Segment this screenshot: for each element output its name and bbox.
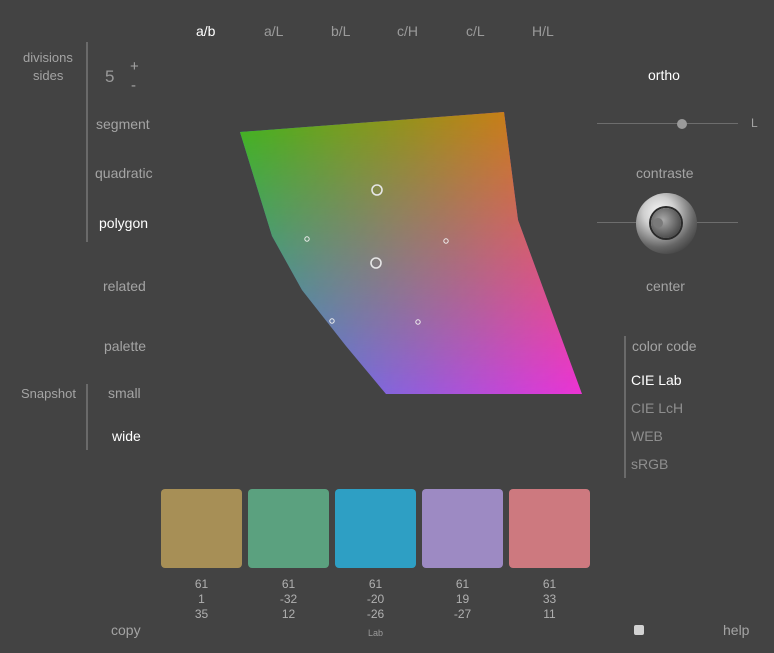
values-unit-label: Lab <box>367 628 384 638</box>
color-code-web[interactable]: WEB <box>631 428 663 444</box>
swatch-3[interactable] <box>335 489 416 568</box>
swatch-5[interactable] <box>509 489 590 568</box>
shape-polygon[interactable]: polygon <box>99 215 148 231</box>
divisions-label: divisions <box>23 50 73 65</box>
l-slider[interactable] <box>597 117 738 131</box>
value-l: 61 <box>194 577 209 591</box>
value-l: 61 <box>455 577 470 591</box>
snapshot-label: Snapshot <box>21 386 76 401</box>
value-a: -20 <box>366 592 385 606</box>
value-b: 35 <box>194 607 209 621</box>
stop-icon[interactable] <box>634 625 644 635</box>
color-code-label: color code <box>632 338 697 354</box>
tab-a-l[interactable]: a/L <box>264 23 283 39</box>
value-a: 33 <box>542 592 557 606</box>
ortho-toggle[interactable]: ortho <box>648 67 680 83</box>
value-a: 1 <box>198 592 205 606</box>
value-l: 61 <box>368 577 383 591</box>
slider-track <box>597 123 738 124</box>
swatch-4[interactable] <box>422 489 503 568</box>
tab-c-h[interactable]: c/H <box>397 23 418 39</box>
increment-button[interactable]: + <box>130 58 139 75</box>
tab-h-l[interactable]: H/L <box>532 23 554 39</box>
help-button[interactable]: help <box>723 622 749 638</box>
shape-segment[interactable]: segment <box>96 116 150 132</box>
value-a: 19 <box>455 592 470 606</box>
tab-a-b[interactable]: a/b <box>196 23 215 39</box>
color-code-srgb[interactable]: sRGB <box>631 456 668 472</box>
swatch-2[interactable] <box>248 489 329 568</box>
snapshot-small[interactable]: small <box>108 385 141 401</box>
value-b: -26 <box>366 607 385 621</box>
divider-left-lower <box>86 384 88 450</box>
value-a: -32 <box>279 592 298 606</box>
divider-right <box>624 336 626 478</box>
decrement-button[interactable]: - <box>131 77 136 94</box>
value-l: 61 <box>542 577 557 591</box>
tab-b-l[interactable]: b/L <box>331 23 350 39</box>
slider-thumb[interactable] <box>677 119 687 129</box>
slider-axis-label: L <box>751 116 758 130</box>
swatch-values-5: 61 33 11 <box>509 577 590 622</box>
tab-c-l[interactable]: c/L <box>466 23 485 39</box>
swatch-values-2: 61 -32 12 <box>248 577 329 622</box>
divider-left-upper <box>86 42 88 242</box>
contrast-dot <box>653 218 663 228</box>
value-l: 61 <box>281 577 296 591</box>
value-b: 12 <box>281 607 296 621</box>
center-button[interactable]: center <box>646 278 685 294</box>
sides-label: sides <box>33 68 64 83</box>
value-b: -27 <box>453 607 472 621</box>
swatch-values-3: 61 -20 -26 <box>335 577 416 622</box>
contraste-label: contraste <box>636 165 694 181</box>
color-code-cie-lch[interactable]: CIE LcH <box>631 400 683 416</box>
value-b: 11 <box>543 607 556 621</box>
color-plane[interactable] <box>236 108 586 400</box>
color-code-cie-lab[interactable]: CIE Lab <box>631 372 682 388</box>
copy-button[interactable]: copy <box>111 622 141 638</box>
snapshot-wide[interactable]: wide <box>112 428 141 444</box>
swatch-values-1: 61 1 35 <box>161 577 242 622</box>
related-button[interactable]: related <box>103 278 146 294</box>
swatch-values-4: 61 19 -27 <box>422 577 503 622</box>
swatch-1[interactable] <box>161 489 242 568</box>
palette-button[interactable]: palette <box>104 338 146 354</box>
shape-quadratic[interactable]: quadratic <box>95 165 153 181</box>
sides-count: 5 <box>105 67 115 86</box>
